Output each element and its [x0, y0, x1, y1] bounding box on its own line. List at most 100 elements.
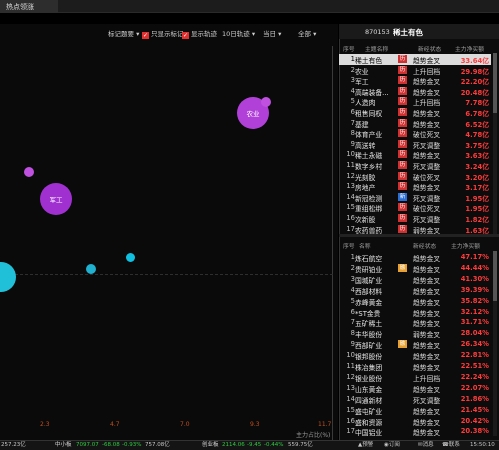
- net-buy-cell: 33.64亿: [460, 57, 489, 65]
- stock-scrollbar[interactable]: [493, 251, 497, 436]
- theme-row[interactable]: 15 重组松绑 破位死叉 1.95亿 历: [339, 202, 491, 213]
- theme-row[interactable]: 4 高端装备... 趋势金叉 20.48亿 历: [339, 86, 491, 97]
- x-tick: 4.7: [110, 421, 120, 428]
- zero-axis-line: [0, 274, 333, 275]
- stock-row[interactable]: 15 盛屯矿业 趋势金叉 21.45%: [339, 405, 491, 416]
- col-state[interactable]: 新经状态: [418, 44, 441, 53]
- period-select[interactable]: 当日 ▾: [263, 28, 281, 38]
- sme-board-label[interactable]: 中小板: [55, 441, 72, 450]
- stock-row[interactable]: 7 五矿稀土 趋势金叉 31.71%: [339, 317, 491, 328]
- theme-row[interactable]: 5 人造肉 上升回档 7.78亿 历: [339, 96, 491, 107]
- theme-table-header: 序号 主题名称 新经状态 主力净买额: [339, 43, 499, 53]
- stock-row[interactable]: 1 炼石航空 趋势金叉 47.17%: [339, 252, 491, 263]
- scrollbar-thumb[interactable]: [493, 53, 497, 113]
- row-index: 5: [350, 296, 355, 305]
- row-index: 16: [346, 214, 355, 222]
- row-index: 6: [350, 108, 355, 116]
- stock-row[interactable]: 16 盛和资源 趋势金叉 20.42%: [339, 416, 491, 427]
- stock-row[interactable]: 13 山东黄金 趋势金叉 22.07%: [339, 383, 491, 394]
- stock-row[interactable]: 12 银业股份 上升回档 22.24%: [339, 372, 491, 383]
- theme-name-cell: 租售同权: [355, 110, 383, 118]
- net-buy-cell: 3.24亿: [465, 163, 489, 171]
- state-cell: 趋势金叉: [413, 276, 441, 285]
- stock-row[interactable]: 11 株冶集团 趋势金叉 22.51%: [339, 361, 491, 372]
- state-cell: 死叉调整: [413, 194, 441, 203]
- bubble-point[interactable]: [261, 97, 271, 107]
- state-cell: 上升回档: [413, 374, 441, 383]
- bubble-point[interactable]: [24, 167, 34, 177]
- row-index: 13: [346, 182, 355, 191]
- contact-button[interactable]: ☎联系: [442, 441, 460, 450]
- tag-badge: 历: [398, 214, 407, 222]
- theme-row[interactable]: 13 房地产 趋势金叉 3.17亿 历: [339, 181, 491, 192]
- theme-name-cell: 重组松绑: [355, 205, 383, 214]
- row-index: 12: [346, 171, 355, 180]
- col-index[interactable]: 序号: [343, 241, 355, 250]
- filter-dropdown[interactable]: 标记题要 ▾: [108, 28, 139, 38]
- contact-label: 联系: [448, 442, 460, 448]
- theme-row[interactable]: 10 稀土永磁 趋势金叉 3.63亿 历: [339, 149, 491, 160]
- net-buy-cell: 29.98亿: [460, 67, 489, 76]
- bubble-military[interactable]: 军工: [40, 183, 72, 215]
- news-button[interactable]: ✉消息: [418, 441, 434, 450]
- stock-row[interactable]: 5 赤峰黄金 趋势金叉 35.82%: [339, 296, 491, 307]
- stock-row[interactable]: 4 西部材料 趋势金叉 39.39%: [339, 285, 491, 296]
- stock-row[interactable]: 14 四通新材 死叉调整 21.86%: [339, 394, 491, 405]
- theme-row[interactable]: 6 租售同权 趋势金叉 6.78亿 历: [339, 107, 491, 118]
- col-stock-name[interactable]: 名称: [359, 241, 371, 250]
- scope-select[interactable]: 全部 ▾: [298, 28, 316, 38]
- bubble-plot-area[interactable]: [0, 46, 333, 440]
- scrollbar-thumb[interactable]: [493, 251, 497, 301]
- trajectory-days-select[interactable]: 10日轨迹 ▾: [222, 28, 255, 38]
- stock-row[interactable]: 2 贵研铂业 趋势金叉 44.44% 融: [339, 263, 491, 274]
- show-trajectory-checkbox[interactable]: ✓ 显示轨迹: [182, 28, 217, 39]
- col-net-buy-ratio[interactable]: 主力净买额: [451, 241, 480, 250]
- theme-row[interactable]: 12 光刻胶 破位死叉 3.20亿 历: [339, 171, 491, 182]
- theme-row[interactable]: 9 高送转 死叉调整 3.75亿 历: [339, 139, 491, 150]
- theme-row[interactable]: 8 体育产业 破位死叉 4.78亿 历: [339, 128, 491, 139]
- tag-badge: 融: [398, 340, 407, 349]
- net-buy-cell: 44.44%: [460, 263, 489, 272]
- subscribe-button[interactable]: ◉订阅: [384, 441, 400, 450]
- net-buy-cell: 20.38%: [460, 427, 489, 436]
- tag-badge: 历: [398, 76, 407, 85]
- gem-amount: 559.75亿: [288, 442, 313, 448]
- stock-name-cell: 四通新材: [355, 396, 383, 405]
- theme-row[interactable]: 17 农药兽药 弱势金叉 1.63亿历: [339, 224, 491, 235]
- stock-row[interactable]: 17 中国铝业 趋势金叉 20.38%: [339, 426, 491, 437]
- theme-row[interactable]: 2 农业 上升回档 29.98亿 历: [339, 65, 491, 76]
- warn-button[interactable]: ▲预警: [358, 441, 373, 450]
- bubble-point[interactable]: [126, 253, 135, 262]
- theme-row[interactable]: 3 军工 趋势金叉 22.20亿 历: [339, 75, 491, 86]
- stock-row[interactable]: 8 丰华股份 弱势金叉 28.04%: [339, 328, 491, 339]
- filter-label: 标记题要: [108, 30, 134, 38]
- warn-label: 预警: [362, 442, 374, 448]
- theme-row[interactable]: 14 新冠检测 死叉调整 1.95亿 新: [339, 192, 491, 203]
- gem-board-label[interactable]: 创业板: [202, 441, 219, 450]
- row-index: 15: [346, 405, 355, 414]
- stock-name-cell: 国城矿业: [355, 276, 383, 285]
- net-buy-cell: 1.95亿: [465, 205, 489, 214]
- theme-row[interactable]: 16 次新股 死叉调整 1.82亿 历: [339, 213, 491, 224]
- col-net-buy[interactable]: 主力净买额: [455, 44, 484, 53]
- row-index: 13: [346, 383, 355, 392]
- panel-divider[interactable]: [339, 234, 499, 237]
- tab-hot-leaders[interactable]: 热点领涨: [0, 0, 58, 13]
- bubble-point[interactable]: [86, 264, 96, 274]
- theme-row[interactable]: 11 数字乡村 死叉调整 3.24亿 历: [339, 160, 491, 171]
- col-state[interactable]: 新经状态: [413, 241, 436, 250]
- only-show-marked-checkbox[interactable]: ✓ 只显示标记: [142, 28, 184, 39]
- chevron-down-icon: ▾: [311, 30, 317, 38]
- stock-row[interactable]: 10 银邦股份 趋势金叉 22.81%: [339, 350, 491, 361]
- theme-scrollbar[interactable]: [493, 53, 497, 235]
- theme-row[interactable]: 1 稀土有色 趋势金叉 33.64亿 历: [339, 54, 491, 65]
- row-index: 3: [350, 274, 355, 283]
- theme-row[interactable]: 7 基建 趋势金叉 6.52亿 历: [339, 118, 491, 129]
- stock-row[interactable]: 3 国城矿业 趋势金叉 41.30%: [339, 274, 491, 285]
- stock-row[interactable]: 9 西部矿业 趋势金叉 26.34% 融: [339, 339, 491, 350]
- theme-name-cell: 人造肉: [355, 99, 376, 108]
- col-index[interactable]: 序号: [343, 44, 355, 53]
- stock-row[interactable]: 6 *ST金贵 趋势金叉 32.12%: [339, 307, 491, 318]
- subscribe-label: 订阅: [388, 442, 400, 448]
- col-theme-name[interactable]: 主题名称: [365, 44, 388, 53]
